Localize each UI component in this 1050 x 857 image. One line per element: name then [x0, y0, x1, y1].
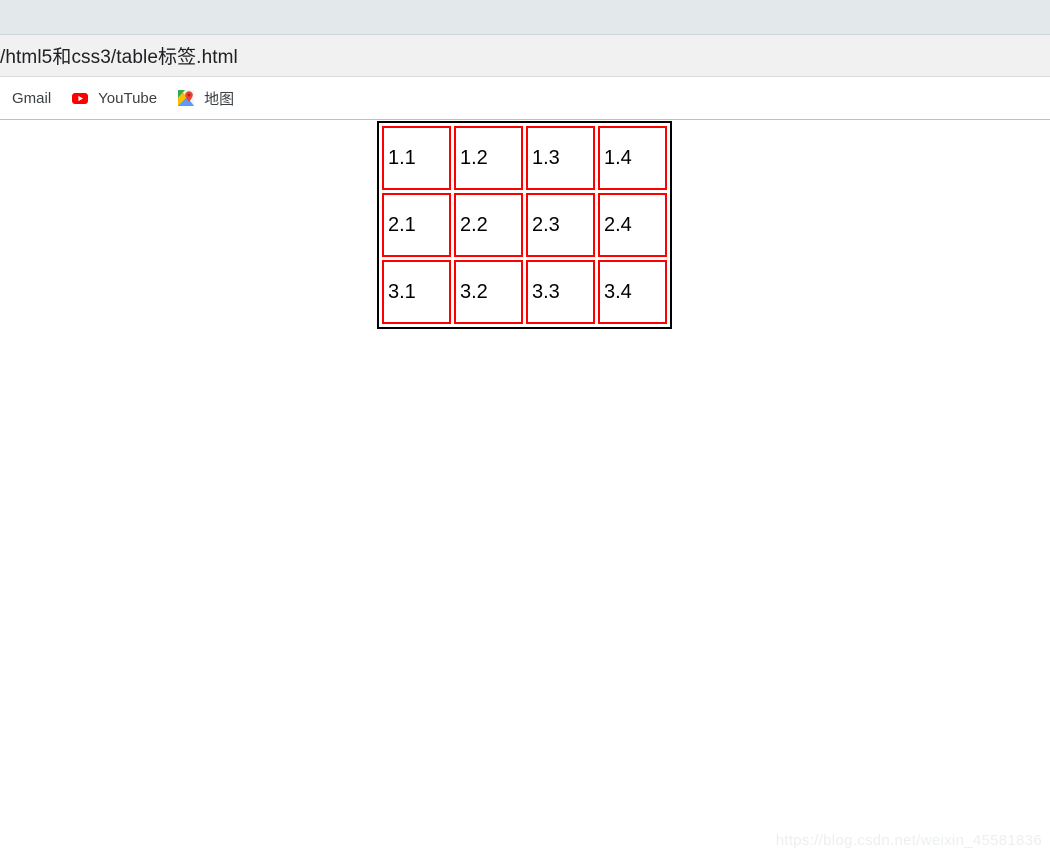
browser-tab-strip[interactable] [0, 0, 1050, 35]
table-cell: 1.4 [598, 126, 667, 190]
table-cell: 3.3 [526, 260, 595, 324]
table-cell: 2.1 [382, 193, 451, 257]
table-cell: 1.1 [382, 126, 451, 190]
table-cell: 1.2 [454, 126, 523, 190]
watermark: https://blog.csdn.net/weixin_45581836 [775, 832, 1042, 849]
bookmark-gmail-label: Gmail [12, 89, 52, 107]
browser-chrome: /html5和css3/table标签.html Gmail YouTube 地… [0, 0, 1050, 120]
table-cell: 1.3 [526, 126, 595, 190]
bookmark-gmail[interactable]: Gmail [4, 84, 59, 112]
table-cell: 2.4 [598, 193, 667, 257]
bookmark-youtube-label: YouTube [98, 89, 158, 107]
google-maps-icon [177, 89, 195, 107]
table-cell: 2.3 [526, 193, 595, 257]
table-row: 1.1 1.2 1.3 1.4 [382, 126, 667, 190]
browser-address-bar[interactable]: /html5和css3/table标签.html [0, 35, 1050, 77]
table-cell: 3.1 [382, 260, 451, 324]
bookmark-maps-label: 地图 [204, 90, 235, 108]
url-input[interactable]: /html5和css3/table标签.html [0, 42, 238, 69]
demo-table: 1.1 1.2 1.3 1.4 2.1 2.2 2.3 2.4 3.1 3.2 … [377, 121, 672, 329]
bookmarks-bar: Gmail YouTube 地图 [0, 77, 1050, 120]
page-content: 1.1 1.2 1.3 1.4 2.1 2.2 2.3 2.4 3.1 3.2 … [0, 120, 1050, 857]
table-cell: 2.2 [454, 193, 523, 257]
youtube-icon [71, 89, 89, 107]
table-row: 3.1 3.2 3.3 3.4 [382, 260, 667, 324]
bookmark-maps[interactable]: 地图 [169, 84, 242, 112]
table-cell: 3.2 [454, 260, 523, 324]
table-body: 1.1 1.2 1.3 1.4 2.1 2.2 2.3 2.4 3.1 3.2 … [382, 126, 667, 324]
table-cell: 3.4 [598, 260, 667, 324]
table-row: 2.1 2.2 2.3 2.4 [382, 193, 667, 257]
bookmark-youtube[interactable]: YouTube [63, 84, 165, 112]
